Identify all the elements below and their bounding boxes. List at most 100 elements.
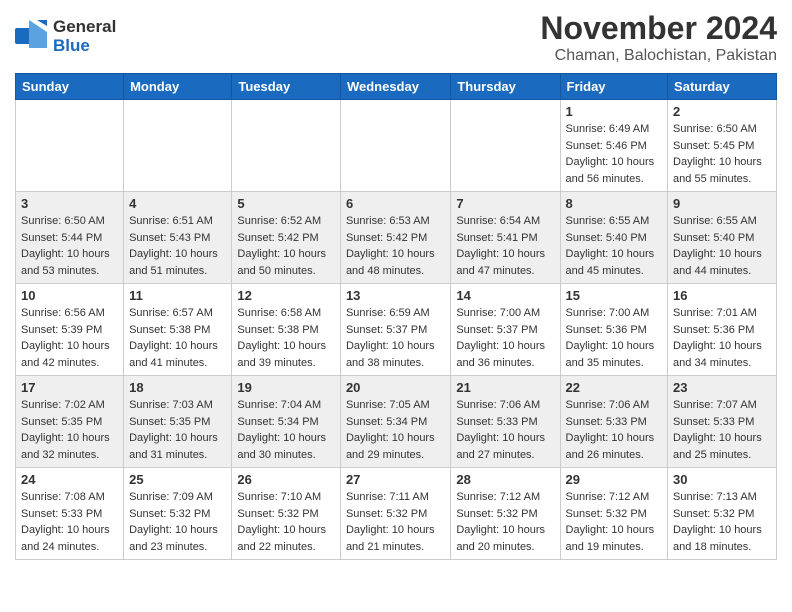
weekday-header-thursday: Thursday (451, 74, 560, 100)
calendar-cell (340, 100, 450, 192)
day-info: Sunrise: 6:52 AM Sunset: 5:42 PM Dayligh… (237, 213, 335, 279)
day-number: 8 (566, 196, 663, 211)
calendar-cell: 27Sunrise: 7:11 AM Sunset: 5:32 PM Dayli… (340, 468, 450, 560)
day-number: 2 (673, 104, 771, 119)
day-number: 24 (21, 472, 118, 487)
day-number: 13 (346, 288, 445, 303)
day-number: 6 (346, 196, 445, 211)
calendar-cell: 24Sunrise: 7:08 AM Sunset: 5:33 PM Dayli… (16, 468, 124, 560)
calendar-cell: 11Sunrise: 6:57 AM Sunset: 5:38 PM Dayli… (124, 284, 232, 376)
day-info: Sunrise: 6:50 AM Sunset: 5:45 PM Dayligh… (673, 121, 771, 187)
day-number: 25 (129, 472, 226, 487)
day-info: Sunrise: 7:03 AM Sunset: 5:35 PM Dayligh… (129, 397, 226, 463)
day-number: 30 (673, 472, 771, 487)
day-number: 28 (456, 472, 554, 487)
weekday-header-wednesday: Wednesday (340, 74, 450, 100)
calendar-cell: 12 Sunrise: 6:58 AM Sunset: 5:38 PM Dayli… (232, 284, 341, 376)
day-number: 3 (21, 196, 118, 211)
day-info: Sunrise: 6:57 AM Sunset: 5:38 PM Dayligh… (129, 305, 226, 371)
day-info: Sunrise: 7:07 AM Sunset: 5:33 PM Dayligh… (673, 397, 771, 463)
calendar-cell: 1 Sunrise: 6:49 AM Sunset: 5:46 PM Daylig… (560, 100, 668, 192)
calendar-cell: 25 Sunrise: 7:09 AM Sunset: 5:32 PM Dayli… (124, 468, 232, 560)
day-info: Sunrise: 6:58 AM Sunset: 5:38 PM Dayligh… (237, 305, 335, 371)
day-info: Sunrise: 7:06 AM Sunset: 5:33 PM Dayligh… (566, 397, 663, 463)
day-number: 12 (237, 288, 335, 303)
day-number: 21 (456, 380, 554, 395)
calendar-cell: 18 Sunrise: 7:03 AM Sunset: 5:35 PM Dayli… (124, 376, 232, 468)
calendar-cell: 10Sunrise: 6:56 AM Sunset: 5:39 PM Dayli… (16, 284, 124, 376)
calendar-cell: 13Sunrise: 6:59 AM Sunset: 5:37 PM Dayli… (340, 284, 450, 376)
day-number: 15 (566, 288, 663, 303)
calendar-cell: 19Sunrise: 7:04 AM Sunset: 5:34 PM Dayli… (232, 376, 341, 468)
calendar-cell: 5Sunrise: 6:52 AM Sunset: 5:42 PM Daylig… (232, 192, 341, 284)
day-info: Sunrise: 6:55 AM Sunset: 5:40 PM Dayligh… (673, 213, 771, 279)
calendar-week-row: 17 Sunrise: 7:02 AM Sunset: 5:35 PM Dayli… (16, 376, 777, 468)
calendar-cell: 30 Sunrise: 7:13 AM Sunset: 5:32 PM Dayli… (668, 468, 777, 560)
weekday-header-friday: Friday (560, 74, 668, 100)
day-info: Sunrise: 7:05 AM Sunset: 5:34 PM Dayligh… (346, 397, 445, 463)
calendar-cell: 15 Sunrise: 7:00 AM Sunset: 5:36 PM Dayli… (560, 284, 668, 376)
calendar-cell: 20 Sunrise: 7:05 AM Sunset: 5:34 PM Dayli… (340, 376, 450, 468)
day-number: 23 (673, 380, 771, 395)
day-number: 18 (129, 380, 226, 395)
title-section: November 2024 Chaman, Balochistan, Pakis… (540, 10, 777, 65)
day-info: Sunrise: 7:01 AM Sunset: 5:36 PM Dayligh… (673, 305, 771, 371)
day-info: Sunrise: 7:13 AM Sunset: 5:32 PM Dayligh… (673, 489, 771, 555)
weekday-header-monday: Monday (124, 74, 232, 100)
day-number: 29 (566, 472, 663, 487)
calendar-cell (451, 100, 560, 192)
day-info: Sunrise: 7:02 AM Sunset: 5:35 PM Dayligh… (21, 397, 118, 463)
day-number: 14 (456, 288, 554, 303)
calendar-cell: 9 Sunrise: 6:55 AM Sunset: 5:40 PM Daylig… (668, 192, 777, 284)
weekday-header-saturday: Saturday (668, 74, 777, 100)
calendar-cell (232, 100, 341, 192)
calendar-week-row: 10Sunrise: 6:56 AM Sunset: 5:39 PM Dayli… (16, 284, 777, 376)
calendar-cell (124, 100, 232, 192)
logo-blue: Blue (53, 36, 90, 55)
day-number: 26 (237, 472, 335, 487)
calendar-week-row: 3 Sunrise: 6:50 AM Sunset: 5:44 PM Daylig… (16, 192, 777, 284)
day-number: 16 (673, 288, 771, 303)
month-title: November 2024 (540, 10, 777, 47)
calendar-cell: 23 Sunrise: 7:07 AM Sunset: 5:33 PM Dayli… (668, 376, 777, 468)
day-number: 4 (129, 196, 226, 211)
calendar-cell: 2 Sunrise: 6:50 AM Sunset: 5:45 PM Daylig… (668, 100, 777, 192)
calendar-cell: 7Sunrise: 6:54 AM Sunset: 5:41 PM Daylig… (451, 192, 560, 284)
day-info: Sunrise: 7:12 AM Sunset: 5:32 PM Dayligh… (456, 489, 554, 555)
day-number: 17 (21, 380, 118, 395)
calendar-cell: 21Sunrise: 7:06 AM Sunset: 5:33 PM Dayli… (451, 376, 560, 468)
calendar-week-row: 1 Sunrise: 6:49 AM Sunset: 5:46 PM Daylig… (16, 100, 777, 192)
location-title: Chaman, Balochistan, Pakistan (540, 47, 777, 65)
day-info: Sunrise: 6:50 AM Sunset: 5:44 PM Dayligh… (21, 213, 118, 279)
day-info: Sunrise: 6:49 AM Sunset: 5:46 PM Dayligh… (566, 121, 663, 187)
day-number: 9 (673, 196, 771, 211)
calendar-cell: 26 Sunrise: 7:10 AM Sunset: 5:32 PM Dayli… (232, 468, 341, 560)
day-number: 1 (566, 104, 663, 119)
calendar-week-row: 24Sunrise: 7:08 AM Sunset: 5:33 PM Dayli… (16, 468, 777, 560)
calendar-header-row: SundayMondayTuesdayWednesdayThursdayFrid… (16, 74, 777, 100)
logo-general: General (53, 17, 116, 36)
calendar-cell: 17 Sunrise: 7:02 AM Sunset: 5:35 PM Dayli… (16, 376, 124, 468)
calendar-cell: 6Sunrise: 6:53 AM Sunset: 5:42 PM Daylig… (340, 192, 450, 284)
calendar-cell: 4 Sunrise: 6:51 AM Sunset: 5:43 PM Daylig… (124, 192, 232, 284)
day-info: Sunrise: 7:09 AM Sunset: 5:32 PM Dayligh… (129, 489, 226, 555)
logo: General Blue (15, 18, 116, 55)
calendar-cell: 8 Sunrise: 6:55 AM Sunset: 5:40 PM Daylig… (560, 192, 668, 284)
day-info: Sunrise: 6:56 AM Sunset: 5:39 PM Dayligh… (21, 305, 118, 371)
day-info: Sunrise: 7:11 AM Sunset: 5:32 PM Dayligh… (346, 489, 445, 555)
day-info: Sunrise: 7:00 AM Sunset: 5:36 PM Dayligh… (566, 305, 663, 371)
calendar-cell: 28 Sunrise: 7:12 AM Sunset: 5:32 PM Dayli… (451, 468, 560, 560)
day-number: 19 (237, 380, 335, 395)
calendar-cell: 14 Sunrise: 7:00 AM Sunset: 5:37 PM Dayli… (451, 284, 560, 376)
day-number: 22 (566, 380, 663, 395)
day-info: Sunrise: 7:10 AM Sunset: 5:32 PM Dayligh… (237, 489, 335, 555)
day-info: Sunrise: 6:51 AM Sunset: 5:43 PM Dayligh… (129, 213, 226, 279)
day-info: Sunrise: 7:00 AM Sunset: 5:37 PM Dayligh… (456, 305, 554, 371)
day-info: Sunrise: 6:55 AM Sunset: 5:40 PM Dayligh… (566, 213, 663, 279)
day-number: 20 (346, 380, 445, 395)
calendar: SundayMondayTuesdayWednesdayThursdayFrid… (15, 73, 777, 560)
calendar-cell: 3 Sunrise: 6:50 AM Sunset: 5:44 PM Daylig… (16, 192, 124, 284)
weekday-header-tuesday: Tuesday (232, 74, 341, 100)
day-info: Sunrise: 6:54 AM Sunset: 5:41 PM Dayligh… (456, 213, 554, 279)
header: General Blue November 2024 Chaman, Baloc… (15, 10, 777, 65)
